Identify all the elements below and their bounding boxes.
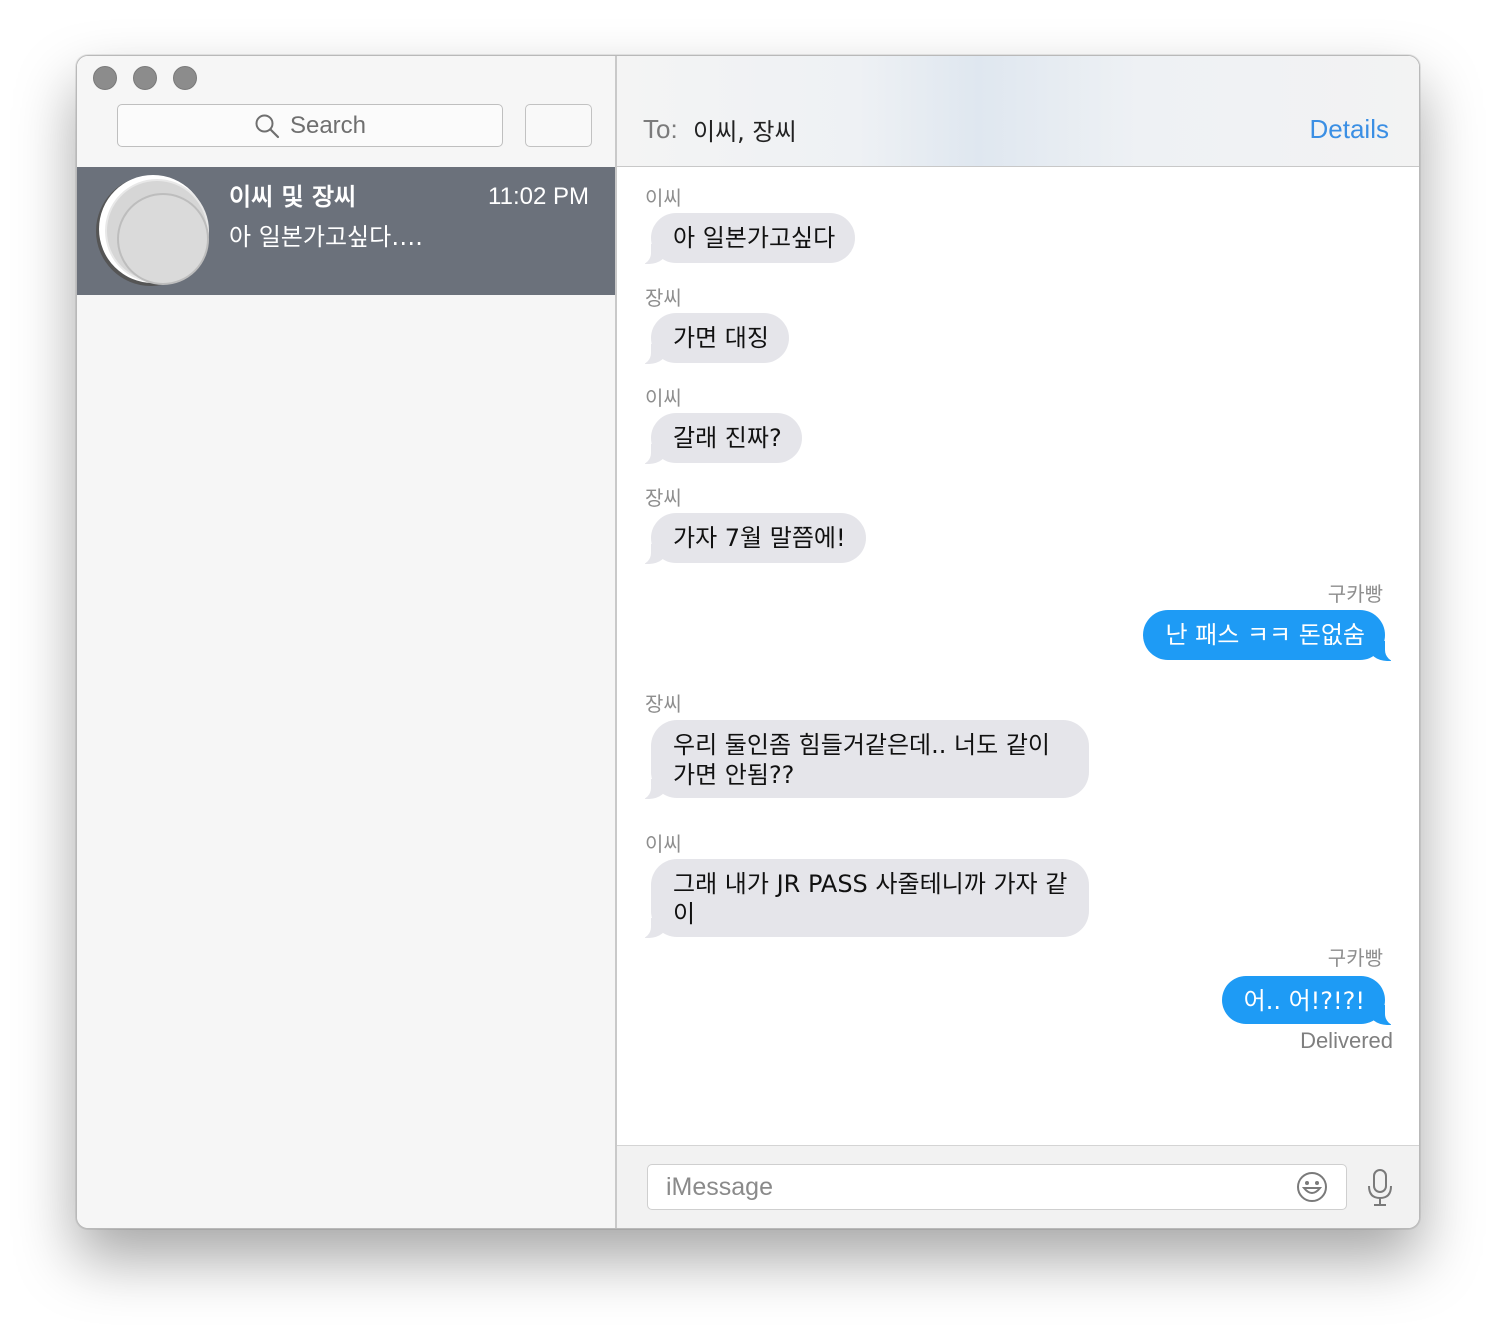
message-sender: 구카빵 bbox=[1327, 582, 1383, 606]
zoom-icon[interactable] bbox=[173, 66, 197, 90]
message-sender: 이씨 bbox=[645, 832, 682, 856]
sidebar-header: Search bbox=[77, 56, 615, 167]
message-bubble[interactable]: 난 패스 ㅋㅋ 돈없숨 bbox=[1143, 610, 1399, 662]
chat-header: To: 이씨, 장씨 Details bbox=[617, 56, 1419, 167]
recipients[interactable]: 이씨, 장씨 bbox=[693, 112, 797, 147]
minimize-icon[interactable] bbox=[133, 66, 157, 90]
conversation-name: 이씨 및 장씨 bbox=[229, 183, 357, 211]
message-sender: 이씨 bbox=[645, 386, 682, 410]
avatar bbox=[105, 179, 209, 285]
message-bubble[interactable]: 우리 둘인좀 힘들거같은데.. 너도 같이가면 안됨?? bbox=[637, 720, 1089, 800]
message-bubble[interactable]: 가자 7월 말쯤에! bbox=[637, 513, 866, 565]
message-sender: 장씨 bbox=[645, 486, 682, 510]
delivered-status: Delivered bbox=[1300, 1028, 1393, 1053]
message-bubble[interactable]: 그래 내가 JR PASS 사줄테니까 가자 같이 bbox=[637, 859, 1089, 939]
compose-icon[interactable] bbox=[525, 104, 592, 147]
messages-window: Search 이씨 및 장씨 11:02 PM 아 일본가고싶다…. To: 이… bbox=[76, 55, 1420, 1229]
message-sender: 구카빵 bbox=[1327, 946, 1383, 970]
composer-bar bbox=[617, 1145, 1419, 1228]
search-icon bbox=[255, 114, 280, 138]
conversation-preview: 아 일본가고싶다…. bbox=[229, 223, 423, 251]
emoji-icon[interactable] bbox=[1296, 1171, 1328, 1203]
chat-pane: To: 이씨, 장씨 Details 이씨 아 일본가고싶다 장씨 가면 대징 … bbox=[617, 56, 1419, 1228]
message-bubble[interactable]: 갈래 진짜? bbox=[637, 413, 802, 465]
conversation-time: 11:02 PM bbox=[488, 183, 589, 210]
message-bubble[interactable]: 아 일본가고싶다 bbox=[636, 213, 856, 265]
close-icon[interactable] bbox=[93, 66, 117, 90]
microphone-icon[interactable] bbox=[1365, 1168, 1395, 1208]
details-button[interactable]: Details bbox=[1310, 114, 1389, 145]
sidebar: Search 이씨 및 장씨 11:02 PM 아 일본가고싶다…. bbox=[77, 56, 617, 1228]
message-sender: 장씨 bbox=[645, 692, 682, 716]
message-sender: 장씨 bbox=[645, 286, 682, 310]
conversation-row[interactable]: 이씨 및 장씨 11:02 PM 아 일본가고싶다…. bbox=[77, 167, 615, 295]
message-input-box[interactable] bbox=[647, 1164, 1347, 1210]
message-input[interactable] bbox=[648, 1165, 1288, 1209]
message-bubble[interactable]: 어.. 어!?!?! bbox=[1221, 976, 1400, 1026]
window-controls bbox=[93, 66, 197, 90]
search-field[interactable]: Search bbox=[117, 104, 503, 147]
message-list: 이씨 아 일본가고싶다 장씨 가면 대징 이씨 갈래 진짜? 장씨 가자 7월 … bbox=[617, 167, 1419, 1146]
message-bubble[interactable]: 가면 대징 bbox=[637, 313, 789, 365]
search-placeholder: Search bbox=[289, 111, 367, 139]
to-label: To: bbox=[643, 114, 678, 144]
message-sender: 이씨 bbox=[645, 186, 682, 210]
